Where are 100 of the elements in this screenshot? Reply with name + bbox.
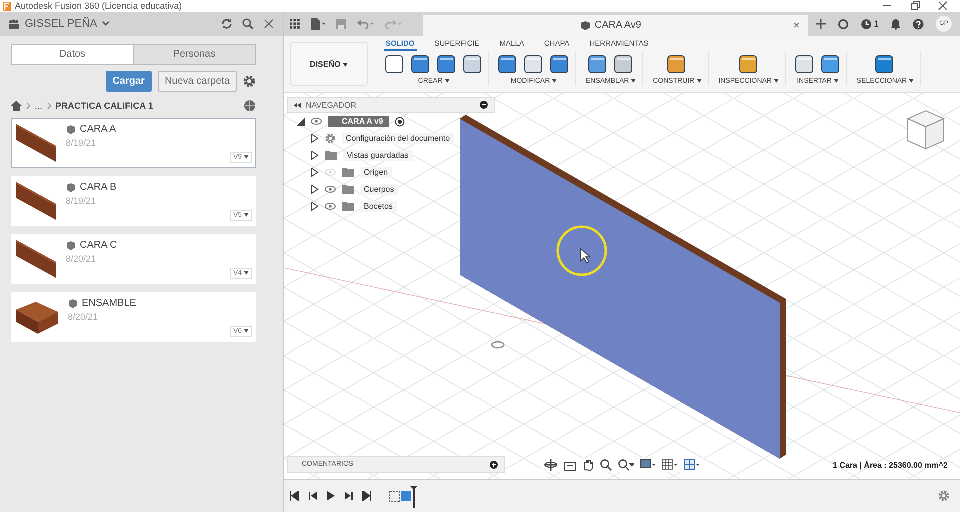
design-file-icon: [66, 182, 76, 192]
browser-title: NAVEGADOR: [306, 100, 357, 110]
activate-radio-icon[interactable]: [395, 116, 406, 126]
expand-toggle[interactable]: [311, 151, 319, 160]
document-tab[interactable]: CARA Av9 ×: [422, 15, 808, 36]
folder-icon: [342, 168, 354, 177]
look-at-icon[interactable]: [564, 460, 576, 470]
restore-icon[interactable]: [910, 1, 920, 11]
step-back-icon[interactable]: [308, 491, 318, 501]
home-icon[interactable]: [11, 101, 22, 111]
team-icon: [8, 19, 20, 29]
grid-menu-icon[interactable]: [290, 19, 300, 29]
file-icon[interactable]: [310, 18, 326, 30]
file-name: CARA C: [80, 240, 118, 251]
expand-toggle[interactable]: [311, 168, 319, 177]
file-date: 8/20/21: [66, 254, 98, 264]
tab-close-button[interactable]: ×: [794, 20, 800, 32]
window-title: Autodesk Fusion 360 (Licencia educativa): [15, 1, 182, 11]
chevron-right-icon: [26, 102, 31, 110]
view-cube[interactable]: [906, 110, 946, 150]
plus-icon[interactable]: [816, 19, 826, 29]
new-folder-button[interactable]: Nueva carpeta: [158, 71, 237, 92]
settings-icon[interactable]: [938, 490, 950, 502]
globe-icon[interactable]: [244, 100, 256, 112]
pan-hand-icon[interactable]: [582, 459, 594, 471]
skip-start-icon[interactable]: [290, 491, 300, 501]
caret-icon: [342, 62, 348, 66]
browser-item[interactable]: Vistas guardadas: [343, 150, 413, 161]
pointer-icon: [580, 248, 592, 264]
ground-pin-icon: [491, 341, 505, 349]
display-settings-icon[interactable]: [640, 459, 656, 471]
grid-settings-icon[interactable]: [662, 459, 678, 471]
panel-tab[interactable]: Datos: [12, 45, 133, 64]
caret-icon: [631, 79, 636, 83]
orbit-icon[interactable]: [544, 459, 558, 471]
bell-icon[interactable]: [891, 18, 901, 30]
extensions-icon[interactable]: [838, 18, 849, 30]
expand-toggle[interactable]: [311, 202, 319, 211]
breadcrumb-folder: PRACTICA CALIFICA 1: [56, 101, 154, 111]
caret-icon: [774, 79, 779, 83]
timeline-feature-icon[interactable]: [388, 484, 420, 508]
minus-circle-icon[interactable]: [480, 101, 488, 109]
caret-icon: [244, 329, 249, 333]
chevron-down-icon[interactable]: [102, 21, 110, 27]
breadcrumb-ellipsis[interactable]: ...: [35, 101, 43, 111]
document-title: CARA Av9: [594, 20, 642, 31]
expand-toggle[interactable]: [297, 118, 305, 126]
zoom-window-icon[interactable]: [618, 459, 634, 471]
eye-icon[interactable]: [325, 203, 336, 210]
eye-icon[interactable]: [325, 186, 336, 193]
expand-toggle[interactable]: [311, 134, 319, 143]
browser-item[interactable]: Configuración del documento: [342, 133, 454, 144]
caret-icon: [552, 79, 558, 83]
design-file-icon: [68, 298, 78, 308]
gear-icon: [325, 133, 336, 144]
folder-icon: [342, 202, 354, 211]
help-icon[interactable]: [913, 18, 924, 30]
search-icon[interactable]: [242, 18, 254, 30]
wood-panel-thumbnail: [14, 122, 58, 164]
step-forward-icon[interactable]: [344, 491, 354, 501]
browser-item[interactable]: Origen: [360, 167, 392, 178]
workspace-dropdown[interactable]: DISEÑO: [290, 42, 368, 86]
plus-circle-icon[interactable]: [490, 460, 498, 468]
close-icon[interactable]: [938, 1, 948, 11]
wood-panel-thumbnail: [14, 180, 58, 222]
upload-button[interactable]: Cargar: [106, 71, 152, 92]
design-file-icon: [66, 124, 76, 134]
caret-icon: [696, 79, 702, 83]
zoom-icon[interactable]: [600, 459, 612, 471]
selection-status: 1 Cara | Área : 25360.00 mm^2: [833, 461, 948, 470]
viewports-icon[interactable]: [684, 459, 700, 471]
caret-icon: [244, 155, 249, 159]
settings-icon[interactable]: [243, 75, 256, 88]
file-date: 8/19/21: [66, 138, 98, 148]
panel-tab[interactable]: Personas: [133, 45, 255, 64]
user-name[interactable]: GISSEL PEÑA: [25, 18, 98, 30]
clock-icon[interactable]: [860, 18, 872, 30]
browser-item[interactable]: Bocetos: [360, 201, 397, 212]
file-name: ENSAMBLE: [82, 298, 136, 309]
design-file-icon: [66, 240, 76, 250]
eye-icon[interactable]: [311, 118, 322, 125]
design-file-icon: [580, 20, 591, 30]
expand-toggle[interactable]: [311, 185, 319, 194]
wood-panel-thumbnail: [14, 238, 58, 280]
close-icon[interactable]: [263, 18, 275, 30]
file-date: 8/19/21: [66, 196, 98, 206]
caret-icon: [909, 79, 914, 83]
folder-icon: [325, 151, 337, 160]
job-count: 1: [874, 19, 879, 29]
cursor-highlight: [556, 226, 608, 276]
panel-model[interactable]: [460, 115, 786, 459]
caret-icon: [244, 271, 249, 275]
refresh-icon[interactable]: [221, 18, 233, 30]
collapse-icon[interactable]: [294, 102, 301, 108]
caret-icon: [834, 79, 839, 83]
chevron-right-icon: [46, 102, 52, 110]
play-icon[interactable]: [326, 491, 336, 501]
root-component-label[interactable]: CARA A v9: [328, 116, 390, 127]
browser-item[interactable]: Cuerpos: [360, 184, 398, 195]
skip-end-icon[interactable]: [362, 491, 372, 501]
